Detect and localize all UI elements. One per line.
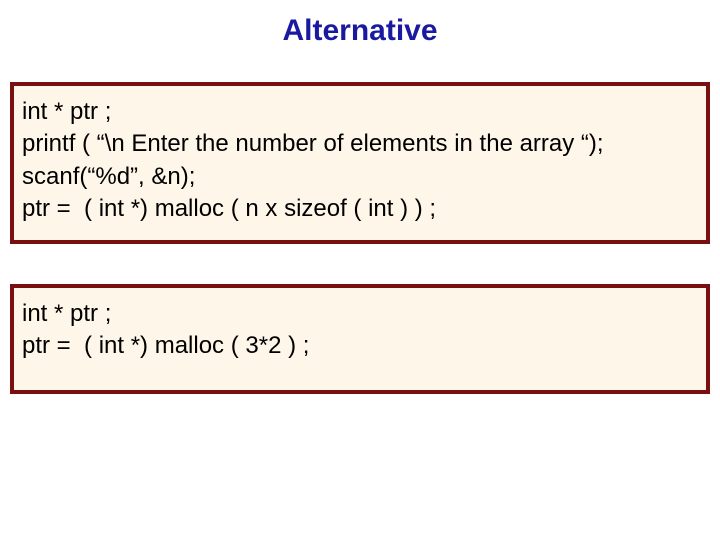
code-box-2: int * ptr ; ptr = ( int *) malloc ( 3*2 … [10,284,710,395]
code-line: ptr = ( int *) malloc ( n x sizeof ( int… [22,193,698,225]
code-line: int * ptr ; [22,96,698,128]
slide-title: Alternative [0,14,720,48]
code-line: scanf(“%d”, &n); [22,161,698,193]
code-line: int * ptr ; [22,298,698,330]
slide: Alternative int * ptr ; printf ( “\n Ent… [0,0,720,540]
code-box-1: int * ptr ; printf ( “\n Enter the numbe… [10,82,710,244]
code-line: ptr = ( int *) malloc ( 3*2 ) ; [22,330,698,362]
code-line: printf ( “\n Enter the number of element… [22,128,698,160]
